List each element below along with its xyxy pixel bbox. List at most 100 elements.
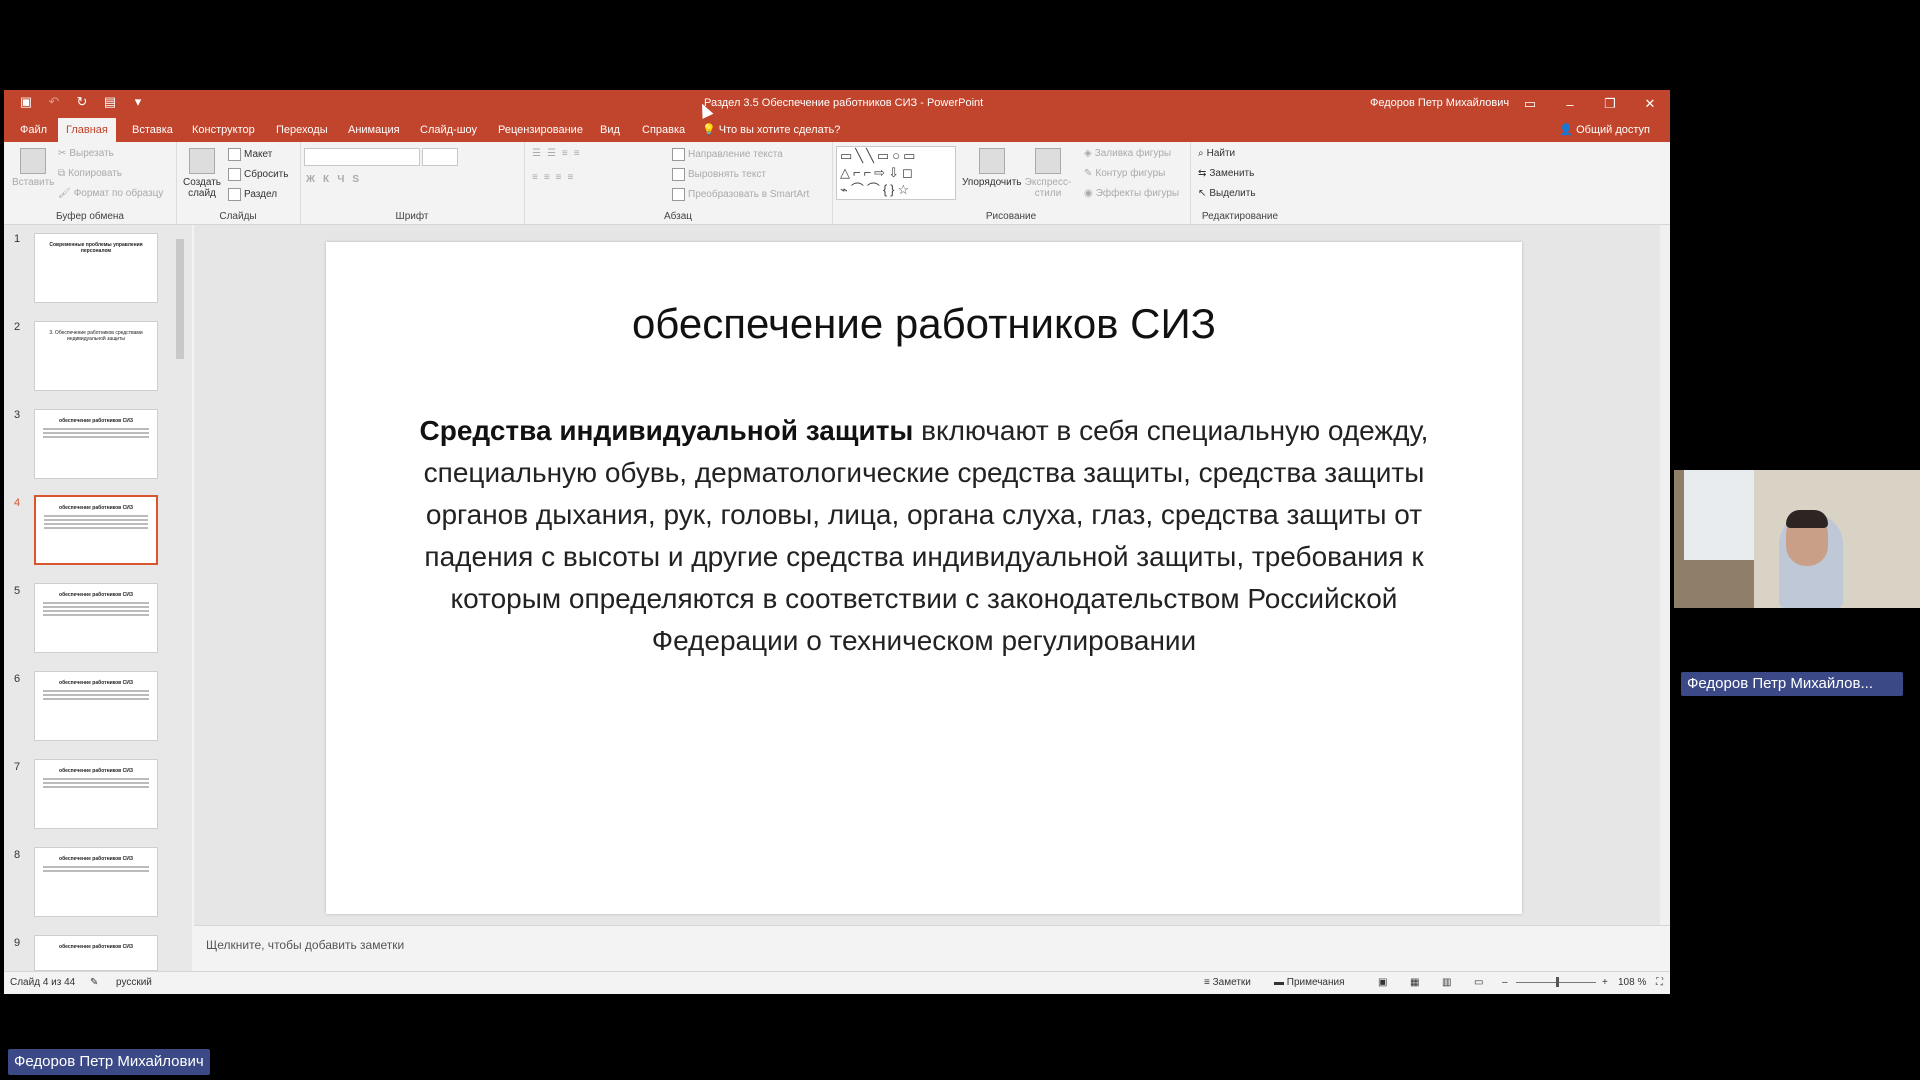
thumbnail-text-lines	[43, 866, 149, 872]
tab-design[interactable]: Конструктор	[184, 118, 263, 142]
align-buttons[interactable]: ≡≡≡≡	[532, 172, 579, 183]
comment-icon: ▬	[1274, 977, 1284, 988]
paste-button[interactable]: Вставить	[12, 148, 54, 188]
slide-thumbnail-9[interactable]: обеспечение работников СИЗ	[34, 935, 158, 971]
tab-slideshow[interactable]: Слайд-шоу	[412, 118, 485, 142]
tell-me-box[interactable]: 💡 Что вы хотите сделать?	[694, 118, 848, 142]
replace-button[interactable]: ⇆ Заменить	[1198, 168, 1254, 179]
brush-icon: 🖌	[58, 188, 71, 199]
slide-thumbnail-4-selected[interactable]: обеспечение работников СИЗ	[34, 495, 158, 565]
new-slide-button[interactable]: Создать слайд	[182, 148, 222, 199]
presenter-hair	[1786, 510, 1828, 528]
restore-icon[interactable]: ❐	[1590, 90, 1630, 118]
language-indicator[interactable]: русский	[116, 977, 152, 988]
cut-button[interactable]: ✂ Вырезать	[58, 148, 114, 159]
fit-to-window-icon[interactable]: ⛶	[1656, 977, 1663, 988]
participant-video[interactable]	[1674, 470, 1920, 608]
slide-thumbnail-1[interactable]: Современные проблемы управления персонал…	[34, 233, 158, 303]
share-label: Общий доступ	[1576, 124, 1650, 136]
scrollbar-thumb[interactable]	[176, 239, 184, 359]
group-clipboard: Вставить ✂ Вырезать ⧉ Копировать 🖌 Формат п…	[4, 142, 177, 224]
layout-button[interactable]: Макет	[228, 148, 272, 161]
ribbon-home: Вставить ✂ Вырезать ⧉ Копировать 🖌 Формат п…	[4, 142, 1670, 225]
font-name-box[interactable]	[304, 148, 420, 166]
thumbnail-number: 1	[14, 233, 21, 245]
normal-view-icon[interactable]: ▣	[1378, 977, 1387, 988]
thumbnail-title: обеспечение работников СИЗ	[59, 505, 133, 511]
zoom-out-icon[interactable]: –	[1502, 977, 1508, 988]
thumbnail-text-lines	[43, 778, 149, 788]
thumbnail-text-lines	[43, 602, 149, 616]
current-slide[interactable]: обеспечение работников СИЗ Средства инди…	[326, 242, 1522, 914]
slide-title[interactable]: обеспечение работников СИЗ	[326, 300, 1522, 348]
group-label: Шрифт	[395, 211, 429, 222]
zoom-level[interactable]: 108 %	[1618, 977, 1646, 988]
thumbnail-number: 3	[14, 409, 21, 421]
slide-thumbnail-8[interactable]: обеспечение работников СИЗ	[34, 847, 158, 917]
thumbnail-title: Современные проблемы управления персонал…	[49, 242, 143, 254]
shapes-gallery[interactable]: ▭╲╲▭○▭ △⌐⌐⇨⇩◻ ⌁⌒⌒{}☆	[836, 146, 956, 200]
zoom-slider-knob[interactable]	[1556, 977, 1559, 987]
arrange-button[interactable]: Упорядочить	[962, 148, 1022, 188]
spellcheck-icon[interactable]: ✎	[90, 977, 98, 988]
font-format-buttons[interactable]: ЖКЧS	[306, 174, 367, 185]
text-direction-button[interactable]: Направление текста	[672, 148, 783, 161]
align-text-button[interactable]: Выровнять текст	[672, 168, 766, 181]
thumbnail-title: обеспечение работников СИЗ	[59, 856, 133, 862]
account-name[interactable]: Федоров Петр Михайлович	[1370, 97, 1509, 109]
quick-styles-button[interactable]: Экспресс-стили	[1025, 148, 1071, 199]
start-slideshow-icon[interactable]: ▤	[102, 94, 118, 110]
font-size-box[interactable]	[422, 148, 458, 166]
slide-thumbnail-6[interactable]: обеспечение работников СИЗ	[34, 671, 158, 741]
slide-scrollbar[interactable]	[1660, 225, 1670, 925]
tab-home[interactable]: Главная	[58, 118, 116, 142]
smartart-button[interactable]: Преобразовать в SmartArt	[672, 188, 809, 201]
shape-effects-button[interactable]: ◉ Эффекты фигуры	[1084, 188, 1179, 199]
list-buttons[interactable]: ☰☰≡≡	[532, 148, 586, 159]
thumbnail-text-lines	[43, 428, 149, 438]
tab-help[interactable]: Справка	[634, 118, 693, 142]
tab-insert[interactable]: Вставка	[124, 118, 181, 142]
group-drawing: ▭╲╲▭○▭ △⌐⌐⇨⇩◻ ⌁⌒⌒{}☆ Упорядочить Экспресс-…	[832, 142, 1191, 224]
thumbnails-scrollbar[interactable]	[176, 229, 184, 969]
notes-toggle-button[interactable]: ≡ Заметки	[1204, 977, 1251, 988]
slide-sorter-icon[interactable]: ▦	[1410, 977, 1419, 988]
tab-view[interactable]: Вид	[592, 118, 628, 142]
shape-fill-button[interactable]: ◈ Заливка фигуры	[1084, 148, 1171, 159]
comments-button[interactable]: ▬ Примечания	[1274, 977, 1345, 988]
shape-outline-button[interactable]: ✎ Контур фигуры	[1084, 168, 1165, 179]
tab-animations[interactable]: Анимация	[340, 118, 408, 142]
minimize-icon[interactable]: –	[1550, 90, 1590, 118]
close-icon[interactable]: ✕	[1630, 90, 1670, 118]
find-button[interactable]: ⌕ Найти	[1198, 148, 1235, 159]
reset-icon	[228, 168, 241, 181]
whiteboard-background	[1684, 470, 1754, 560]
copy-button[interactable]: ⧉ Копировать	[58, 168, 122, 179]
reading-view-icon[interactable]: ▥	[1442, 977, 1451, 988]
notes-icon: ≡	[1204, 977, 1210, 988]
reset-button[interactable]: Сбросить	[228, 168, 288, 181]
slide-body-text[interactable]: Средства индивидуальной защиты включают …	[406, 410, 1442, 662]
notes-pane[interactable]: Щелкните, чтобы добавить заметки	[194, 925, 1670, 972]
slide-thumbnail-3[interactable]: обеспечение работников СИЗ	[34, 409, 158, 479]
ribbon-display-icon[interactable]: ▭	[1510, 90, 1550, 118]
format-painter-button[interactable]: 🖌 Формат по образцу	[58, 188, 163, 199]
save-icon[interactable]: ▣	[18, 94, 34, 110]
undo-icon[interactable]: ↶	[46, 94, 62, 110]
section-button[interactable]: Раздел	[228, 188, 277, 201]
share-button[interactable]: 👤 Общий доступ	[1559, 118, 1650, 142]
thumbnail-number: 7	[14, 761, 21, 773]
zoom-in-icon[interactable]: +	[1602, 977, 1608, 988]
slide-thumbnail-7[interactable]: обеспечение работников СИЗ	[34, 759, 158, 829]
tab-file[interactable]: Файл	[12, 118, 55, 142]
customize-qat-icon[interactable]: ▾	[130, 94, 146, 110]
select-button[interactable]: ↖ Выделить	[1198, 188, 1256, 199]
tab-review[interactable]: Рецензирование	[490, 118, 591, 142]
tab-transitions[interactable]: Переходы	[268, 118, 336, 142]
redo-icon[interactable]: ↻	[74, 94, 90, 110]
slide-thumbnail-5[interactable]: обеспечение работников СИЗ	[34, 583, 158, 653]
slideshow-view-icon[interactable]: ▭	[1474, 977, 1483, 988]
slide-thumbnail-2[interactable]: 3. Обеспечение работников средствами инд…	[34, 321, 158, 391]
layout-icon	[228, 148, 241, 161]
slide-thumbnails-pane[interactable]: 1 Современные проблемы управления персон…	[4, 225, 192, 971]
